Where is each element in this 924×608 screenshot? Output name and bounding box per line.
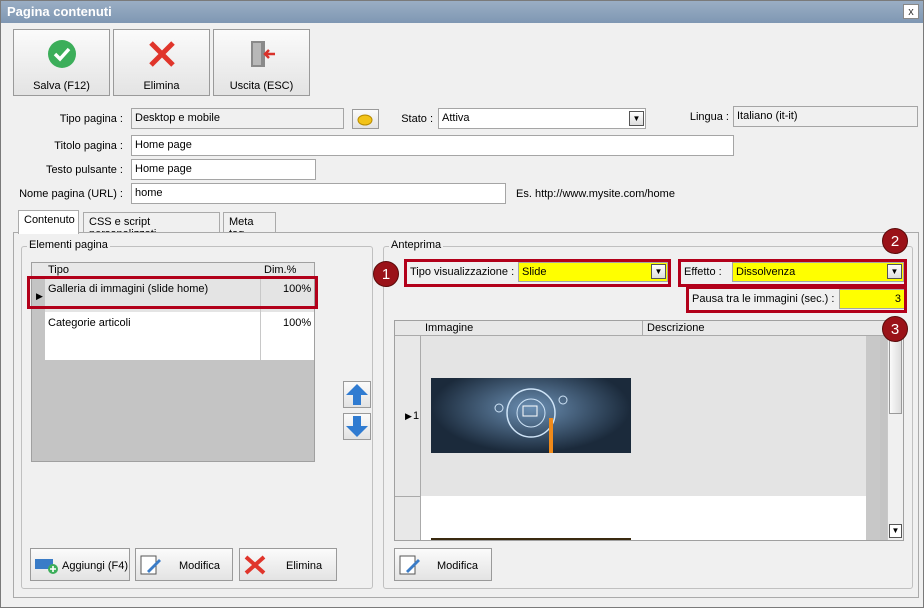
add-element-button[interactable]: Aggiungi (F4) — [30, 548, 130, 581]
edit-element-button[interactable]: Modifica — [135, 548, 233, 581]
edit-image-button[interactable]: Modifica — [394, 548, 492, 581]
page-type-label: Tipo pagina : — [59, 113, 123, 125]
add-element-label: Aggiungi (F4) — [62, 560, 129, 572]
chevron-down-icon[interactable]: ▼ — [887, 264, 902, 279]
callout-2: 2 — [882, 228, 908, 254]
delete-button[interactable]: Elimina — [113, 29, 210, 96]
delete-label: Elimina — [143, 80, 180, 92]
slide-image-thumbnail[interactable] — [431, 378, 631, 453]
arrow-down-icon — [346, 416, 368, 437]
chevron-down-icon[interactable]: ▼ — [651, 264, 666, 279]
pause-label: Pausa tra le immagini (sec.) : — [692, 293, 835, 305]
status-select[interactable]: Attiva ▼ — [438, 108, 646, 129]
delete-element-button[interactable]: Elimina — [239, 548, 337, 581]
callout-3: 3 — [882, 316, 908, 342]
elements-group-title: Elementi pagina — [27, 239, 110, 251]
move-down-button[interactable] — [343, 413, 371, 440]
checkmark-icon — [48, 40, 76, 68]
title-label: Titolo pagina : — [54, 140, 123, 152]
row-tipo-1: Galleria di immagini (slide home) — [48, 283, 209, 295]
button-text-field[interactable]: Home page — [131, 159, 316, 180]
move-up-button[interactable] — [343, 381, 371, 408]
delete-x-icon — [149, 41, 175, 67]
edit-icon — [140, 555, 161, 575]
button-text-label: Testo pulsante : — [45, 164, 123, 176]
effect-select[interactable]: Dissolvenza ▼ — [732, 262, 904, 282]
effect-label: Effetto : — [684, 266, 722, 278]
column-header-image: Immagine — [425, 322, 474, 334]
display-type-select[interactable]: Slide ▼ — [518, 262, 668, 282]
row-dim-2: 100% — [283, 317, 312, 329]
exit-button[interactable]: Uscita (ESC) — [213, 29, 310, 96]
window-title: Pagina contenuti — [1, 1, 923, 23]
row-dim-1: 100% — [283, 283, 312, 295]
column-header-dim: Dim.% — [264, 264, 297, 276]
close-icon[interactable]: x — [903, 4, 919, 19]
scroll-gutter — [866, 336, 880, 540]
tab-meta-tag[interactable]: Meta tag — [223, 212, 276, 240]
effect-value: Dissolvenza — [736, 266, 796, 278]
chevron-down-icon[interactable]: ▼ — [629, 111, 644, 126]
vertical-scrollbar[interactable]: ▼ — [887, 336, 903, 540]
row-header-column — [395, 336, 421, 540]
display-type-label: Tipo visualizzazione : — [410, 266, 515, 278]
row-pointer-icon: ▶ — [36, 291, 43, 301]
exit-door-icon — [251, 41, 275, 67]
language-field: Italiano (it-it) — [733, 106, 918, 127]
add-icon — [35, 559, 58, 574]
pause-field[interactable]: 3 — [839, 289, 905, 309]
tab-contenuto[interactable]: Contenuto — [18, 210, 79, 234]
row-divider — [395, 496, 421, 497]
arrow-up-icon — [346, 384, 368, 405]
elements-grid: Tipo Dim.% ▶ Galleria di immagini (slide… — [31, 262, 315, 462]
delete-x-icon — [244, 555, 266, 575]
scrollbar-thumb[interactable] — [889, 336, 902, 414]
status-value: Attiva — [442, 112, 470, 124]
table-row[interactable] — [421, 496, 866, 540]
preview-group-title: Anteprima — [389, 239, 444, 251]
column-header-tipo: Tipo — [48, 264, 69, 276]
url-label: Nome pagina (URL) : — [19, 188, 123, 200]
display-type-value: Slide — [522, 266, 547, 278]
table-row — [45, 346, 314, 360]
scroll-down-arrow-icon[interactable]: ▼ — [889, 524, 902, 538]
images-grid: Immagine Descrizione ▶ 1 ▼ — [394, 320, 904, 541]
row-number: 1 — [413, 410, 420, 422]
page-type-field: Desktop e mobile — [131, 108, 344, 129]
next-slide-thumbnail-edge — [431, 538, 631, 540]
save-button[interactable]: Salva (F12) — [13, 29, 110, 96]
url-example: Es. http://www.mysite.com/home — [516, 188, 675, 200]
exit-label: Uscita (ESC) — [229, 80, 294, 92]
edit-element-label: Modifica — [179, 560, 220, 572]
tab-css-script[interactable]: CSS e script personalizzati — [83, 212, 220, 240]
window: Pagina contenuti x Salva (F12) Elimina U… — [0, 0, 924, 608]
row-tipo-2: Categorie articoli — [48, 317, 131, 329]
title-field[interactable]: Home page — [131, 135, 734, 156]
edit-icon — [399, 555, 420, 575]
row-pointer-icon: ▶ — [405, 411, 412, 421]
technology-image-icon — [494, 388, 568, 453]
edit-image-label: Modifica — [437, 560, 478, 572]
column-header-description: Descrizione — [647, 322, 705, 334]
status-label: Stato : — [401, 113, 433, 125]
delete-element-label: Elimina — [286, 560, 323, 572]
url-field[interactable]: home — [131, 183, 506, 204]
callout-1: 1 — [373, 261, 399, 287]
save-label: Salva (F12) — [33, 80, 90, 92]
language-label: Lingua : — [689, 111, 729, 123]
column-divider — [260, 278, 261, 360]
browse-button[interactable] — [352, 109, 379, 129]
folder-icon — [357, 114, 373, 126]
